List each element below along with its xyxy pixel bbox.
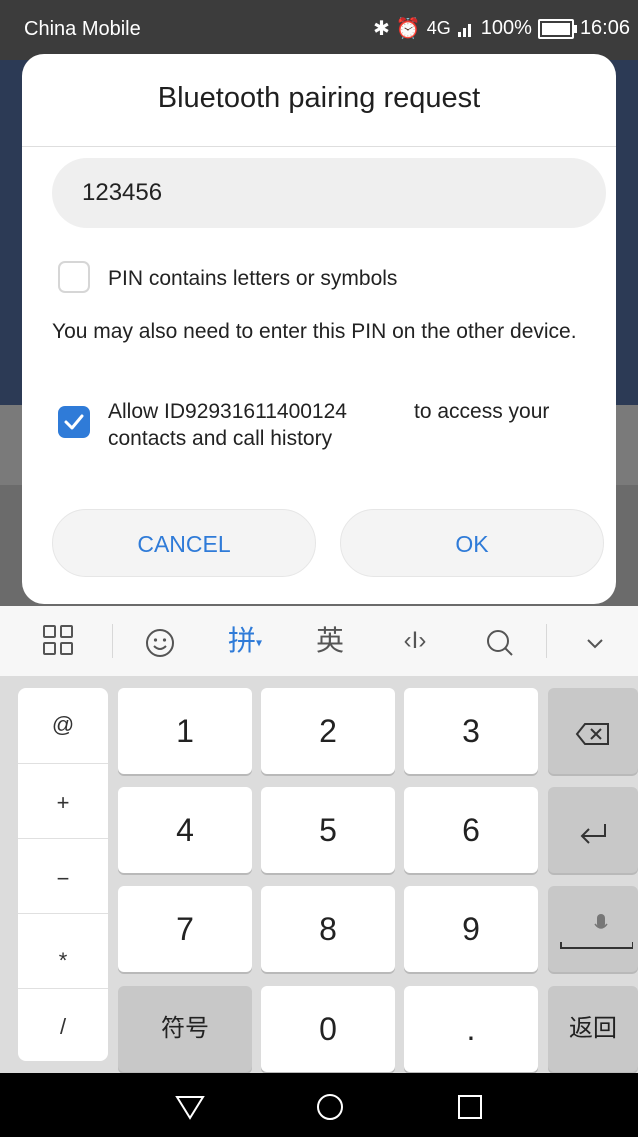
enter-key[interactable] [548,787,638,873]
key-slash[interactable]: / [18,1014,108,1040]
enter-icon [580,823,606,844]
key-7[interactable]: 7 [118,886,252,972]
cursor-control-icon[interactable]: ‹I› [385,606,445,676]
allow-suffix: to access your [414,400,550,423]
numeric-keyboard: @ + − * / 1 2 3 4 5 6 7 8 9 符号 0 . 返回 [0,676,638,1073]
symbols-key[interactable]: 符号 [118,986,252,1072]
grid-menu-icon[interactable] [43,625,75,657]
back-nav-icon[interactable] [170,1073,210,1137]
alarm-icon: ⏰ [395,18,421,40]
signal-icon [457,23,471,37]
search-icon[interactable] [475,606,525,676]
key-dot[interactable]: . [404,986,538,1072]
navigation-bar [0,1073,638,1137]
keyboard-toolbar: 拼▾ 英 ‹I› [0,606,638,676]
dialog-divider [22,146,616,147]
key-3[interactable]: 3 [404,688,538,774]
key-8[interactable]: 8 [261,886,395,972]
separator [18,913,108,914]
recents-nav-icon[interactable] [450,1073,490,1137]
pin-input[interactable]: 123456 [52,158,606,228]
key-4[interactable]: 4 [118,787,252,873]
background-app: Bluetooth pairing request 123456 PIN con… [0,54,638,606]
key-0[interactable]: 0 [261,986,395,1072]
letters-checkbox[interactable] [58,261,90,293]
cancel-button[interactable]: CANCEL [52,509,316,577]
carrier-name: China Mobile [24,18,141,40]
key-minus[interactable]: − [18,866,108,892]
pairing-dialog: Bluetooth pairing request 123456 PIN con… [22,54,616,604]
battery-percent: 100% [480,17,532,39]
dialog-title: Bluetooth pairing request [157,82,481,114]
toolbar-divider [546,624,547,658]
home-nav-icon[interactable] [310,1073,350,1137]
key-plus[interactable]: + [18,790,108,816]
backspace-key[interactable] [548,688,638,774]
status-icons: ✱ ⏰ 4G 100% 16:06 [373,16,630,41]
symbol-column[interactable]: @ + − * / [18,688,108,1061]
space-voice-key[interactable] [548,886,638,972]
pin-value: 123456 [82,179,163,206]
collapse-keyboard-icon[interactable] [570,606,620,676]
clock: 16:06 [579,17,630,39]
network-type: 4G [426,18,451,38]
backspace-icon [575,722,609,745]
allow-device-id: Allow ID92931611400124 [108,400,347,423]
separator [18,763,108,764]
separator [18,838,108,839]
pinyin-mode-button[interactable]: 拼▾ [215,606,275,676]
toolbar-divider [112,624,113,658]
allow-contacts-checkbox[interactable] [58,406,90,438]
battery-icon [537,18,577,39]
back-key[interactable]: 返回 [548,986,638,1072]
separator [18,988,108,989]
pinyin-label: 拼 [227,625,256,656]
key-asterisk[interactable]: * [18,948,108,974]
key-2[interactable]: 2 [261,688,395,774]
ok-button[interactable]: OK [340,509,604,577]
key-5[interactable]: 5 [261,787,395,873]
pin-info-text: You may also need to enter this PIN on t… [52,320,577,343]
emoji-icon[interactable] [135,606,185,676]
key-6[interactable]: 6 [404,787,538,873]
microphone-icon [560,913,634,949]
bluetooth-icon: ✱ [373,18,390,40]
allow-contacts-label[interactable]: Allow ID92931611400124 to access your con… [108,398,588,452]
checkmark-icon [64,414,84,430]
dropdown-icon: ▾ [255,635,263,650]
key-at[interactable]: @ [18,712,108,738]
allow-line2: contacts and call history [108,427,333,450]
key-1[interactable]: 1 [118,688,252,774]
letters-checkbox-label[interactable]: PIN contains letters or symbols [108,267,397,291]
english-mode-button[interactable]: 英 [305,606,355,676]
status-bar: China Mobile ✱ ⏰ 4G 100% 16:06 [0,0,638,60]
key-9[interactable]: 9 [404,886,538,972]
